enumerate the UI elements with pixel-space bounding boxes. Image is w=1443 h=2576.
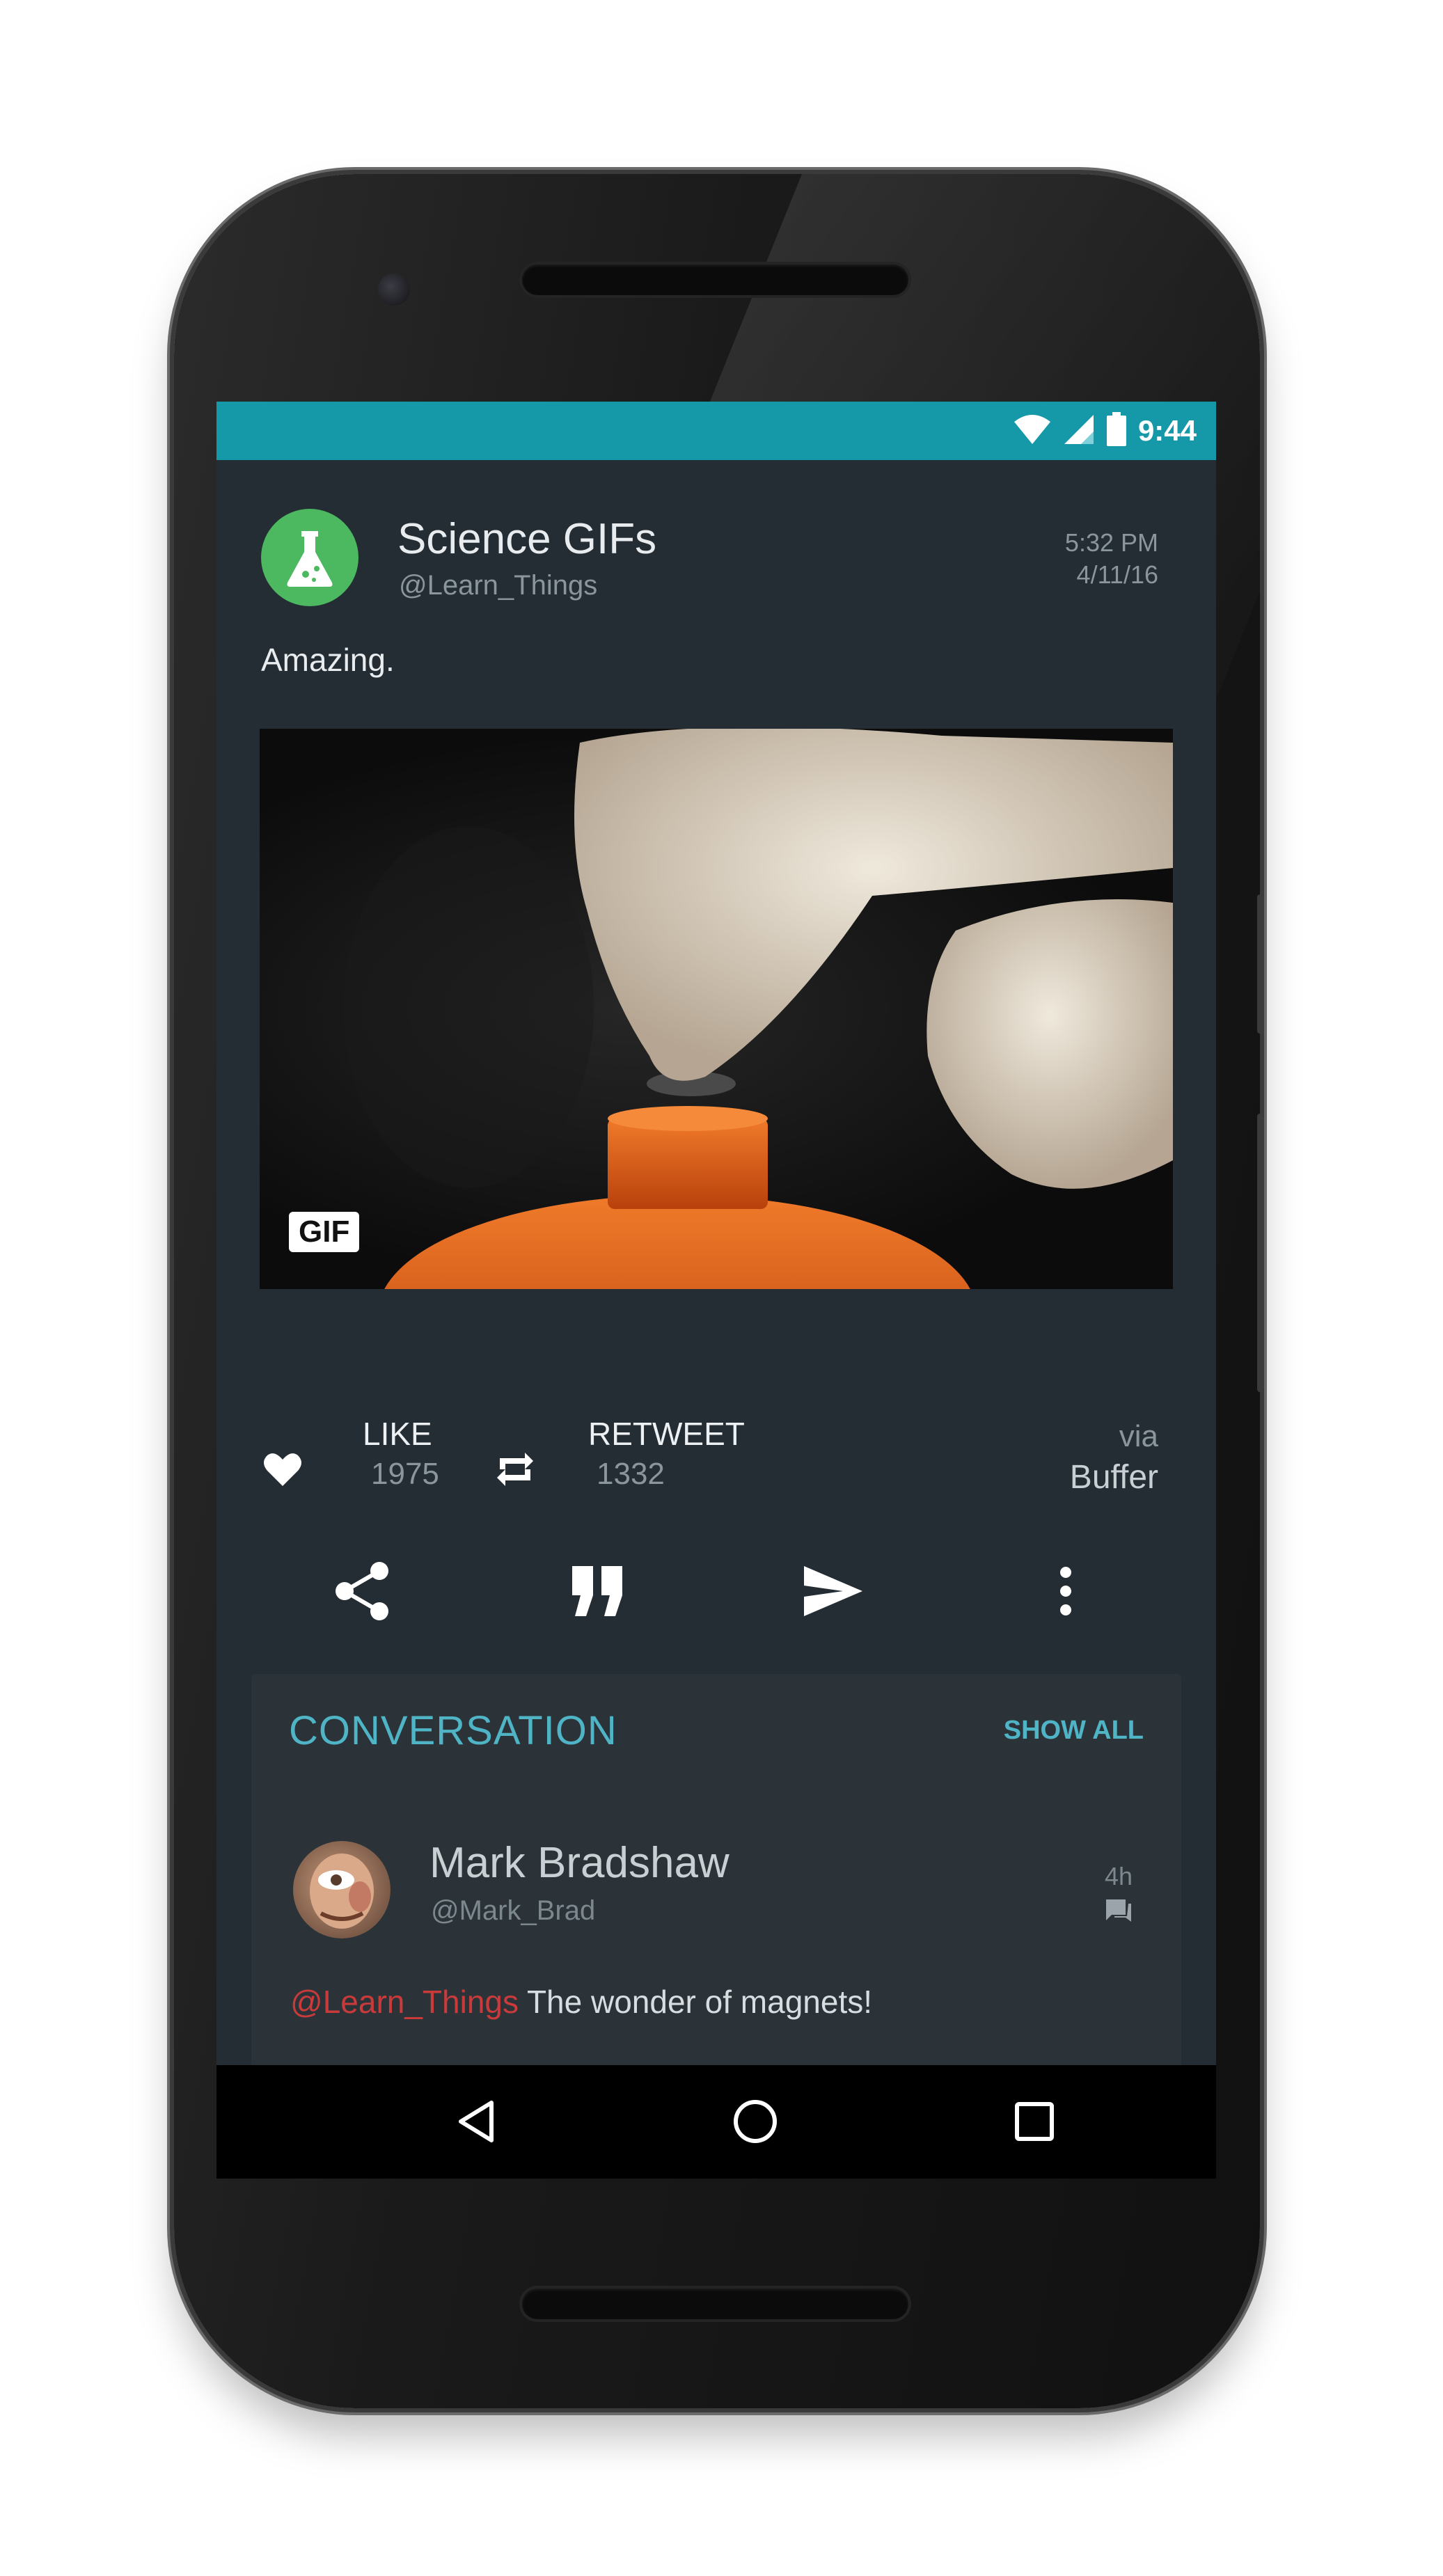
tweet-date: 4/11/16 [1076, 560, 1158, 589]
reply-text: @Learn_Things The wonder of magnets! [290, 1983, 872, 2021]
status-bar: 9:44 [216, 402, 1216, 460]
like-button[interactable] [244, 1431, 321, 1508]
via-source[interactable]: Buffer [1070, 1458, 1158, 1496]
retweet-count: 1332 [597, 1457, 665, 1491]
power-button [1257, 894, 1264, 1034]
show-all-button[interactable]: SHOW ALL [1004, 1716, 1144, 1746]
volume-button [1257, 1114, 1264, 1392]
home-button[interactable] [717, 2083, 794, 2160]
author-avatar[interactable] [261, 509, 358, 606]
screen: 9:44 Science GIFs @Learn_Things 5:32 PM … [216, 402, 1216, 2179]
heart-icon [264, 1453, 301, 1486]
back-icon [459, 2101, 494, 2142]
send-icon [804, 1566, 862, 1616]
home-icon [734, 2100, 777, 2143]
quote-icon [572, 1566, 622, 1616]
reply-author-name[interactable]: Mark Bradshaw [429, 1838, 730, 1888]
status-clock: 9:44 [1137, 414, 1197, 447]
tweet-text: Amazing. [261, 642, 395, 678]
tweet-media-gif[interactable]: GIF [260, 729, 1173, 1289]
share-button[interactable] [324, 1553, 401, 1629]
gif-badge: GIF [289, 1212, 360, 1252]
reply-body: The wonder of magnets! [519, 1984, 872, 2020]
author-handle[interactable]: @Learn_Things [399, 570, 597, 601]
back-button[interactable] [438, 2083, 514, 2160]
share-icon [336, 1562, 388, 1620]
battery-icon [1106, 411, 1127, 450]
gif-frame-illustration [343, 729, 1173, 1289]
flask-icon [287, 531, 333, 587]
recents-button[interactable] [996, 2083, 1073, 2160]
earpiece-speaker [522, 264, 908, 295]
recents-icon [1015, 2102, 1054, 2141]
character-avatar-illustration [310, 1854, 374, 1929]
like-count: 1975 [371, 1457, 439, 1491]
tweet-time: 5:32 PM [1064, 528, 1158, 557]
signal-icon [1063, 413, 1095, 449]
navigation-bar [216, 2065, 1216, 2179]
more-button[interactable] [1027, 1553, 1104, 1629]
like-label[interactable]: LIKE [363, 1415, 432, 1453]
retweet-label[interactable]: RETWEET [588, 1415, 745, 1453]
send-button[interactable] [794, 1553, 871, 1629]
reply-author-handle[interactable]: @Mark_Brad [431, 1895, 595, 1927]
reply-avatar[interactable] [293, 1841, 391, 1938]
bottom-speaker [522, 2289, 908, 2319]
retweet-icon [497, 1453, 533, 1486]
wifi-icon [1013, 413, 1052, 449]
reply-time: 4h [1105, 1862, 1133, 1929]
front-camera [378, 274, 410, 306]
quote-button[interactable] [559, 1553, 636, 1629]
conversation-title: CONVERSATION [289, 1708, 617, 1753]
reply-time-text: 4h [1104, 1862, 1133, 1890]
author-name[interactable]: Science GIFs [397, 514, 656, 564]
via-label: via [1119, 1419, 1158, 1453]
tweet-card: Science GIFs @Learn_Things 5:32 PM 4/11/… [216, 460, 1216, 2161]
retweet-button[interactable] [477, 1431, 553, 1508]
tweet-timestamp: 5:32 PM 4/11/16 [1065, 527, 1158, 591]
more-vert-icon [1060, 1567, 1071, 1615]
reply-mention-link[interactable]: @Learn_Things [290, 1984, 519, 2020]
chat-icon [1105, 1899, 1131, 1922]
